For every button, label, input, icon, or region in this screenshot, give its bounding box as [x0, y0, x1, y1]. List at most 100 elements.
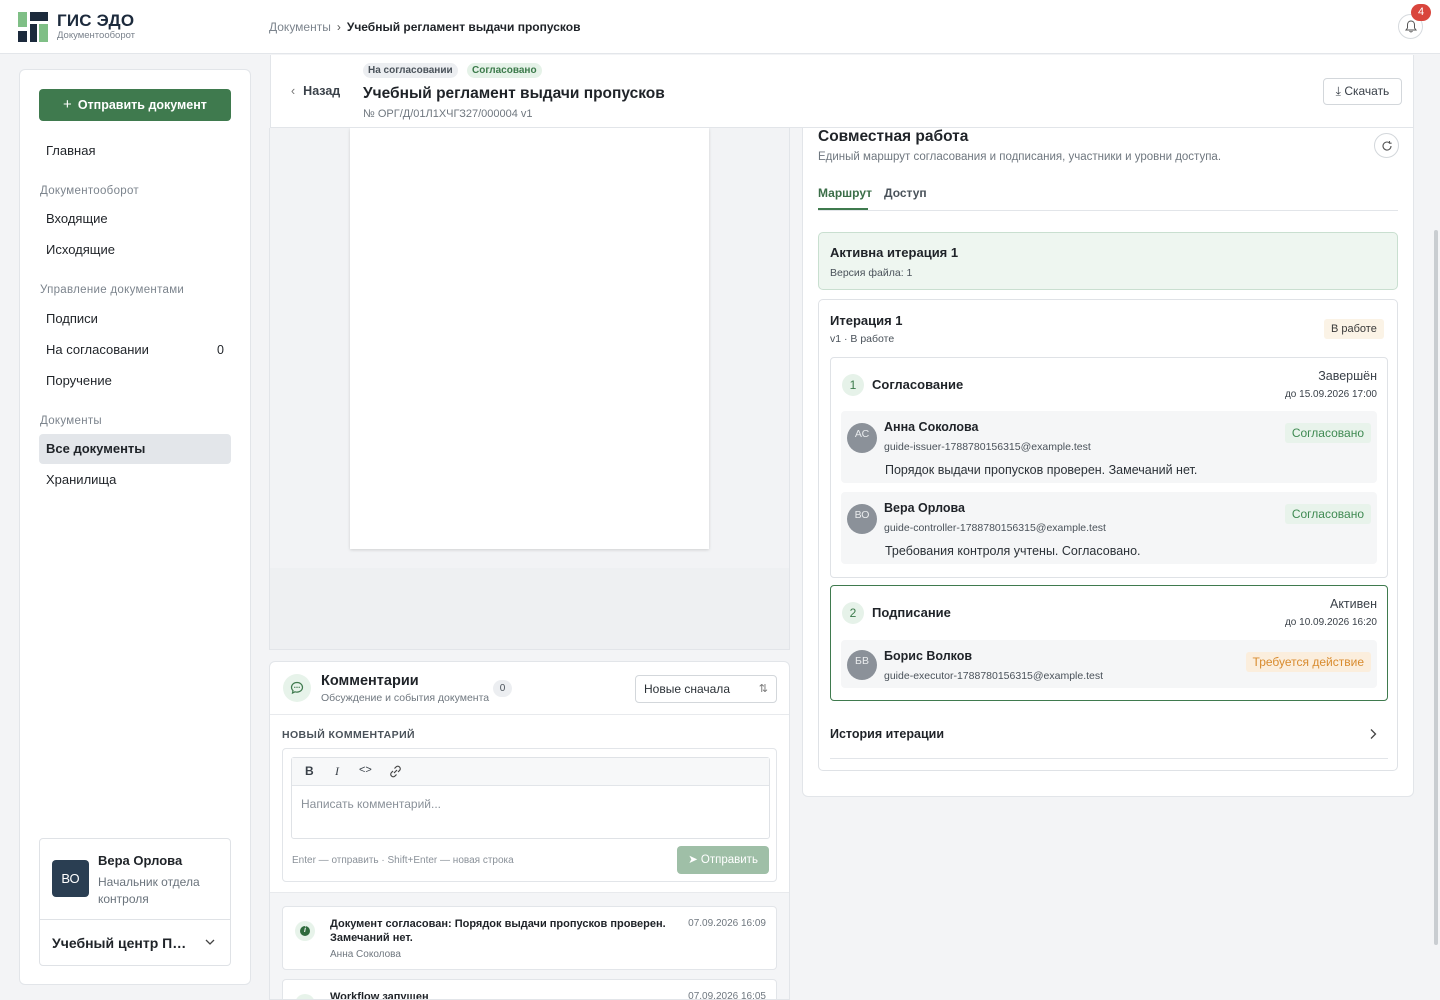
active-iteration-banner: Активна итерация 1 Версия файла: 1 [818, 232, 1398, 290]
tab-route[interactable]: Маршрут [818, 186, 872, 200]
back-label: Назад [303, 84, 341, 98]
participant-row: ВО Вера Орлова guide-controller-17887801… [841, 492, 1377, 564]
iteration-subtitle: v1 · В работе [830, 333, 895, 345]
download-button[interactable]: ⤓ Скачать [1323, 78, 1402, 105]
divider [270, 714, 789, 715]
comment-form: B I <> Написать комментарий... Enter — о… [282, 748, 777, 882]
sidebar-item-signatures[interactable]: Подписи [39, 304, 231, 334]
stage-state: Завершён [1318, 369, 1377, 383]
event-author: Анна Соколова [330, 949, 401, 960]
chevron-right-icon[interactable] [1368, 728, 1378, 740]
document-preview[interactable] [269, 128, 790, 650]
result-badge: Согласовано [467, 63, 542, 78]
comment-input[interactable]: Написать комментарий... [301, 797, 441, 811]
stage-name: Подписание [872, 605, 951, 620]
participant-row: БВ Борис Волков guide-executor-178878015… [841, 640, 1377, 688]
submit-comment-button[interactable]: ➤ Отправить [677, 846, 769, 874]
plus-icon: + [63, 96, 72, 113]
document-number: № ОРГ/Д/01Л1ХЧГЗ27/000004 v1 [363, 108, 533, 120]
tab-indicator [818, 208, 868, 210]
submit-label: Отправить [700, 854, 758, 866]
chevron-down-icon[interactable] [204, 936, 216, 948]
event-time: 07.09.2026 16:09 [688, 918, 766, 929]
chevron-left-icon: ‹ [291, 84, 296, 98]
event-text: Workflow запущен [330, 991, 429, 1000]
status-badge: Согласовано [1284, 504, 1371, 524]
sidebar-section-docflow: Документооборот [40, 185, 139, 197]
editor-toolbar: B I <> [292, 758, 769, 786]
back-button[interactable]: ‹ Назад [291, 84, 340, 98]
sidebar-item-on-approval[interactable]: На согласовании 0 [39, 335, 231, 365]
sidebar-item-storages[interactable]: Хранилища [39, 465, 231, 495]
comment-icon [283, 674, 311, 702]
participant-email: guide-executor-1788780156315@example.tes… [884, 670, 1104, 682]
avatar: ВО [847, 504, 877, 534]
sort-select[interactable]: Новые сначала ⇅ [635, 675, 777, 703]
iteration-card: Итерация 1 v1 · В работе В работе 1 Согл… [818, 299, 1398, 771]
comments-title: Комментарии [321, 673, 419, 689]
stage-number: 1 [842, 374, 864, 396]
participant-name: Анна Соколова [884, 420, 979, 434]
event-text: Документ согласован: Порядок выдачи проп… [330, 918, 666, 944]
divider [818, 210, 1398, 211]
sidebar-item-outgoing[interactable]: Исходящие [39, 235, 231, 265]
avatar: БВ [847, 650, 877, 680]
avatar: АС [847, 423, 877, 453]
stage-due: до 10.09.2026 16:20 [1284, 617, 1377, 628]
iteration-status-badge: В работе [1324, 319, 1384, 339]
notifications-badge: 4 [1411, 4, 1431, 21]
sidebar-item-incoming[interactable]: Входящие [39, 204, 231, 234]
preview-canvas [270, 128, 789, 568]
event-time: 07.09.2026 16:05 [688, 991, 766, 1000]
sidebar-item-all-documents[interactable]: Все документы [39, 434, 231, 464]
active-iteration-subtitle: Версия файла: 1 [830, 267, 913, 279]
iteration-history-toggle[interactable]: История итерации [830, 727, 944, 741]
org-selector[interactable]: Учебный центр Пропусков [52, 935, 192, 951]
logo-icon[interactable] [18, 12, 48, 42]
refresh-icon [1382, 141, 1392, 151]
collab-title: Совместная работа [818, 128, 969, 145]
collaboration-panel: Совместная работа Единый маршрут согласо… [802, 110, 1414, 797]
info-icon: i [295, 994, 315, 999]
participant-comment: Требования контроля учтены. Согласовано. [885, 544, 1141, 558]
status-badge: Согласовано [1284, 423, 1371, 443]
participant-row: АС Анна Соколова guide-issuer-1788780156… [841, 411, 1377, 483]
sidebar-item-assignment[interactable]: Поручение [39, 366, 231, 396]
sidebar-section-manage: Управление документами [40, 284, 185, 296]
link-icon[interactable] [388, 764, 403, 779]
divider [830, 758, 1388, 759]
participant-name: Вера Орлова [884, 501, 965, 515]
stage-number: 2 [842, 602, 864, 624]
refresh-button[interactable] [1374, 133, 1399, 158]
events-list: i Документ согласован: Порядок выдачи пр… [270, 892, 789, 1000]
comments-subtitle: Обсуждение и события документа [321, 692, 490, 704]
active-iteration-title: Активна итерация 1 [830, 245, 959, 260]
collab-subtitle: Единый маршрут согласования и подписания… [818, 151, 1222, 163]
comment-editor[interactable]: B I <> Написать комментарий... [291, 757, 770, 839]
brand-title: ГИС ЭДО [57, 11, 135, 30]
italic-button[interactable]: I [335, 764, 339, 779]
list-item: i Workflow запущен 07.09.2026 16:05 [282, 979, 777, 1000]
send-document-button[interactable]: + Отправить документ [39, 89, 231, 121]
download-label: Скачать [1344, 84, 1390, 98]
stage-name: Согласование [872, 377, 964, 392]
participant-comment: Порядок выдачи пропусков проверен. Замеч… [885, 463, 1198, 477]
sidebar-item-home[interactable]: Главная [39, 136, 231, 166]
page-title: Учебный регламент выдачи пропусков [363, 85, 665, 102]
bold-button[interactable]: B [305, 764, 314, 778]
sidebar: + Отправить документ Главная Документообо… [19, 69, 251, 985]
user-card[interactable]: ВО Вера Орлова Начальник отдела контроля… [39, 838, 231, 966]
breadcrumb-parent[interactable]: Документы [269, 20, 331, 34]
stage-state: Активен [1329, 597, 1377, 611]
stage-due: до 15.09.2026 17:00 [1284, 389, 1377, 400]
code-button[interactable]: <> [359, 764, 372, 776]
comments-count: 0 [493, 680, 512, 697]
page-scrollbar[interactable] [1434, 230, 1438, 945]
breadcrumb-separator: › [336, 20, 341, 34]
keyboard-hint: Enter — отправить · Shift+Enter — новая … [292, 855, 514, 866]
status-badge: На согласовании [363, 63, 458, 78]
stage-approval: 1 Согласование Завершён до 15.09.2026 17… [830, 357, 1388, 578]
tab-access[interactable]: Доступ [884, 186, 927, 200]
new-comment-label: НОВЫЙ КОММЕНТАРИЙ [282, 729, 415, 741]
participant-email: guide-controller-1788780156315@example.t… [884, 522, 1106, 534]
